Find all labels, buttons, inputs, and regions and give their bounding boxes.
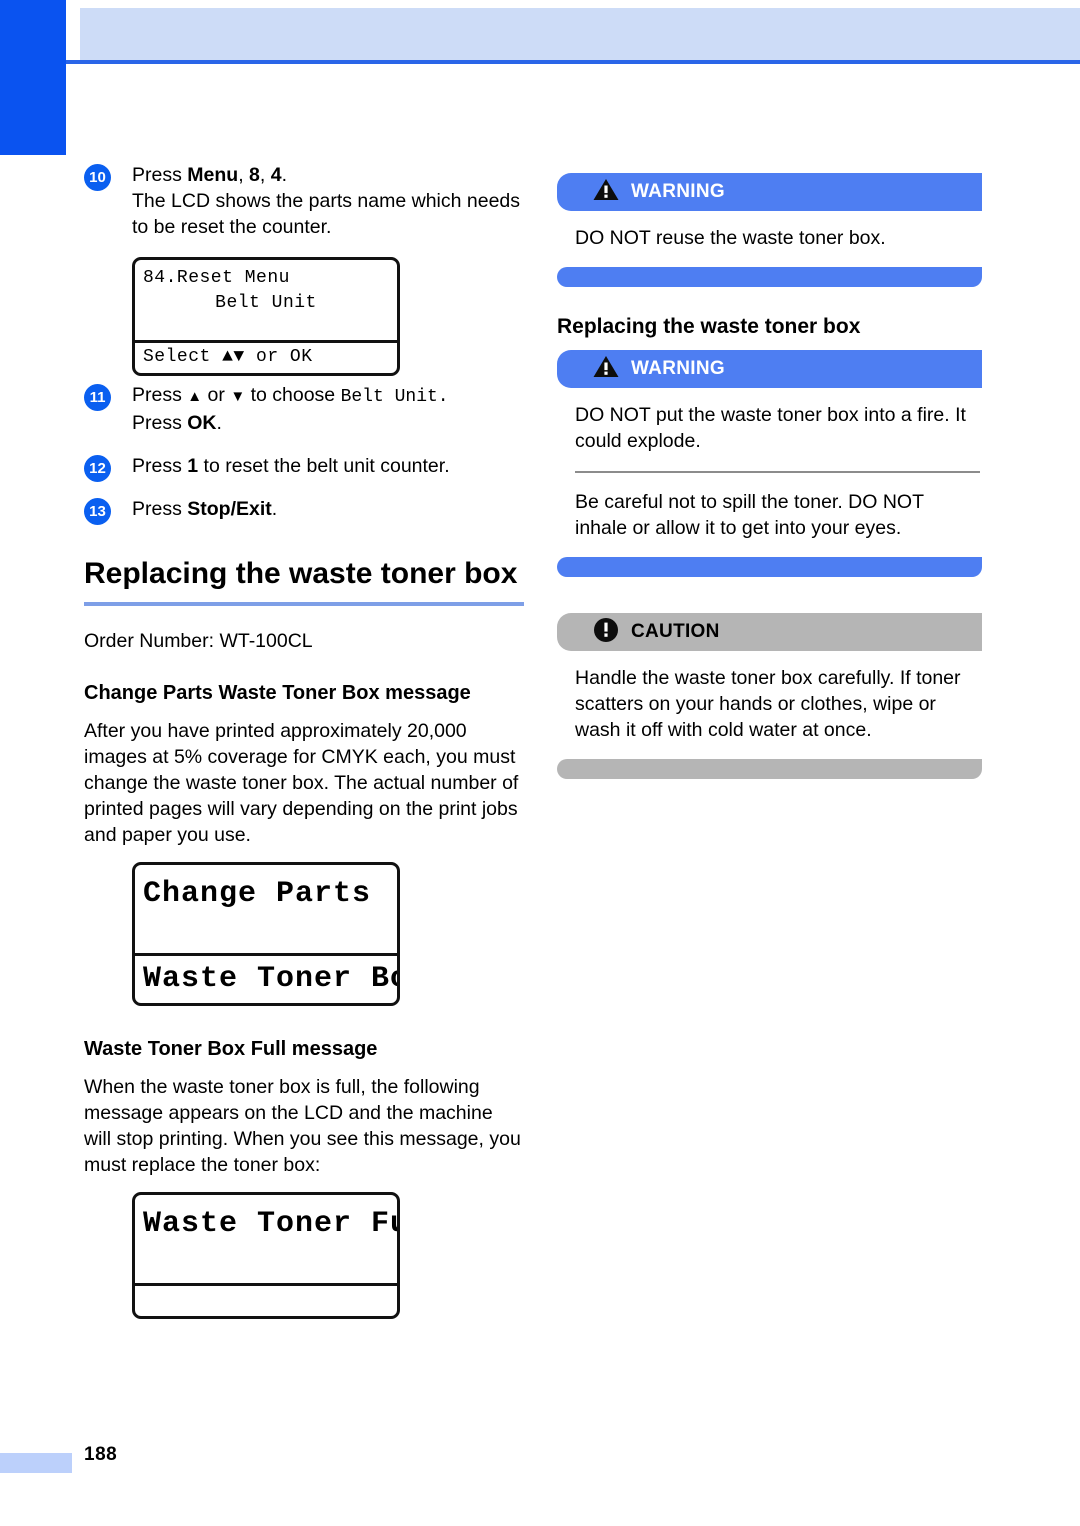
step-text-part: to choose	[245, 384, 341, 406]
caution-body: Handle the waste toner box carefully. If…	[557, 651, 982, 759]
lcd-line-1: Change Parts	[143, 877, 372, 911]
step-text-part: Press	[132, 384, 188, 406]
step-text-part: Press	[132, 164, 188, 186]
left-column: 10 Press Menu, 8, 4. The LCD shows the p…	[84, 162, 524, 1325]
lcd-reset-menu: 84.Reset Menu Belt Unit Select ▲▼ or OK	[132, 257, 400, 376]
step-11: 11 Press ▲ or ▼ to choose Belt Unit. Pre…	[84, 382, 524, 436]
warning-divider	[575, 471, 980, 473]
warning-title: WARNING	[631, 181, 725, 202]
lcd-change-parts: Change Parts Waste Toner Box	[132, 862, 400, 1006]
step-13: 13 Press Stop/Exit.	[84, 496, 524, 525]
step-text-bold: 4	[270, 164, 282, 186]
step-text-bold: 8	[249, 164, 260, 186]
arrow-up-icon: ▲	[187, 388, 203, 405]
lcd-line-1: Waste Toner Full	[143, 1207, 397, 1241]
step-10: 10 Press Menu, 8, 4. The LCD shows the p…	[84, 162, 524, 240]
step-text-part: Press	[132, 498, 188, 520]
warning-box-1: WARNING DO NOT reuse the waste toner box…	[557, 173, 982, 287]
step-text: Press ▲ or ▼ to choose Belt Unit. Press …	[132, 382, 524, 436]
step-number-badge: 10	[84, 164, 111, 191]
change-parts-heading: Change Parts Waste Toner Box message	[84, 682, 471, 704]
step-text-part: or	[202, 384, 231, 406]
lcd-screen: 84.Reset Menu Belt Unit	[135, 260, 397, 340]
step-text-part: Press	[132, 412, 188, 434]
lcd-waste-toner-full: Waste Toner Full	[132, 1192, 400, 1319]
lcd-line-3: Belt Unit	[215, 293, 317, 313]
page-title: Replacing the waste toner box	[84, 556, 524, 606]
lcd-screen: Waste Toner Full	[135, 1195, 397, 1283]
step-text-line2: The LCD shows the parts name which needs…	[132, 190, 521, 238]
step-text-part: Press	[132, 455, 188, 477]
right-column: WARNING DO NOT reuse the waste toner box…	[557, 173, 982, 803]
step-text-part: ,	[238, 164, 250, 186]
lcd-status-text: Select ▲▼ or OK	[143, 347, 313, 367]
full-message-heading: Waste Toner Box Full message	[84, 1038, 378, 1060]
order-number: Order Number: WT-100CL	[84, 630, 313, 652]
step-text: Press Menu, 8, 4. The LCD shows the part…	[132, 162, 524, 240]
full-message-body: When the waste toner box is full, the fo…	[84, 1076, 521, 1176]
caution-text: Handle the waste toner box carefully. If…	[575, 667, 961, 741]
warning-text: DO NOT reuse the waste toner box.	[575, 227, 886, 249]
caution-footer-bar	[557, 759, 982, 779]
caution-title: CAUTION	[631, 621, 720, 642]
warning-footer-bar	[557, 267, 982, 287]
lcd-status-row: Select ▲▼ or OK	[135, 340, 397, 373]
change-parts-body: After you have printed approximately 20,…	[84, 720, 519, 846]
right-section-heading: Replacing the waste toner box	[557, 315, 861, 338]
caution-circle-icon	[593, 617, 619, 648]
header-side-tab	[0, 0, 66, 155]
step-number-badge: 11	[84, 384, 111, 411]
header-rule	[66, 60, 1080, 64]
page-number: 188	[84, 1444, 118, 1465]
step-text: Press Stop/Exit.	[132, 496, 524, 522]
lcd-status-text: Waste Toner Box	[143, 962, 400, 996]
warning-header-bar: WARNING	[557, 350, 982, 388]
warning-text-1: DO NOT put the waste toner box into a fi…	[575, 404, 966, 452]
step-text-mono: Belt Unit.	[340, 387, 449, 407]
step-number-badge: 12	[84, 455, 111, 482]
step-text-part: to reset the belt unit counter.	[198, 455, 450, 477]
warning-box-2: WARNING DO NOT put the waste toner box i…	[557, 350, 982, 577]
warning-triangle-icon	[593, 178, 619, 206]
footer-chip	[0, 1453, 72, 1473]
step-text-part: ,	[259, 164, 271, 186]
lcd-status-row: Waste Toner Box	[135, 953, 397, 1003]
caution-box: CAUTION Handle the waste toner box caref…	[557, 613, 982, 779]
warning-text-2: Be careful not to spill the toner. DO NO…	[575, 491, 924, 539]
warning-body: DO NOT put the waste toner box into a fi…	[557, 388, 982, 557]
warning-header-bar: WARNING	[557, 173, 982, 211]
step-text-part: .	[216, 412, 222, 434]
step-text: Press 1 to reset the belt unit counter.	[132, 453, 524, 479]
step-text-bold: 1	[187, 455, 199, 477]
lcd-status-row	[135, 1283, 397, 1316]
step-text-part: .	[281, 164, 288, 186]
step-text-part: .	[271, 498, 278, 520]
step-12: 12 Press 1 to reset the belt unit counte…	[84, 453, 524, 482]
caution-header-bar: CAUTION	[557, 613, 982, 651]
arrow-down-icon: ▼	[230, 388, 246, 405]
warning-body: DO NOT reuse the waste toner box.	[557, 211, 982, 267]
warning-footer-bar	[557, 557, 982, 577]
lcd-screen: Change Parts	[135, 865, 397, 953]
step-number-badge: 13	[84, 498, 111, 525]
step-text-bold: Stop/Exit	[187, 498, 272, 520]
header-band	[80, 8, 1080, 63]
warning-triangle-icon	[593, 355, 619, 383]
lcd-line-1: 84.Reset Menu	[143, 268, 290, 288]
step-text-bold: Menu	[187, 164, 239, 186]
warning-title: WARNING	[631, 358, 725, 379]
step-text-bold: OK	[187, 412, 217, 434]
